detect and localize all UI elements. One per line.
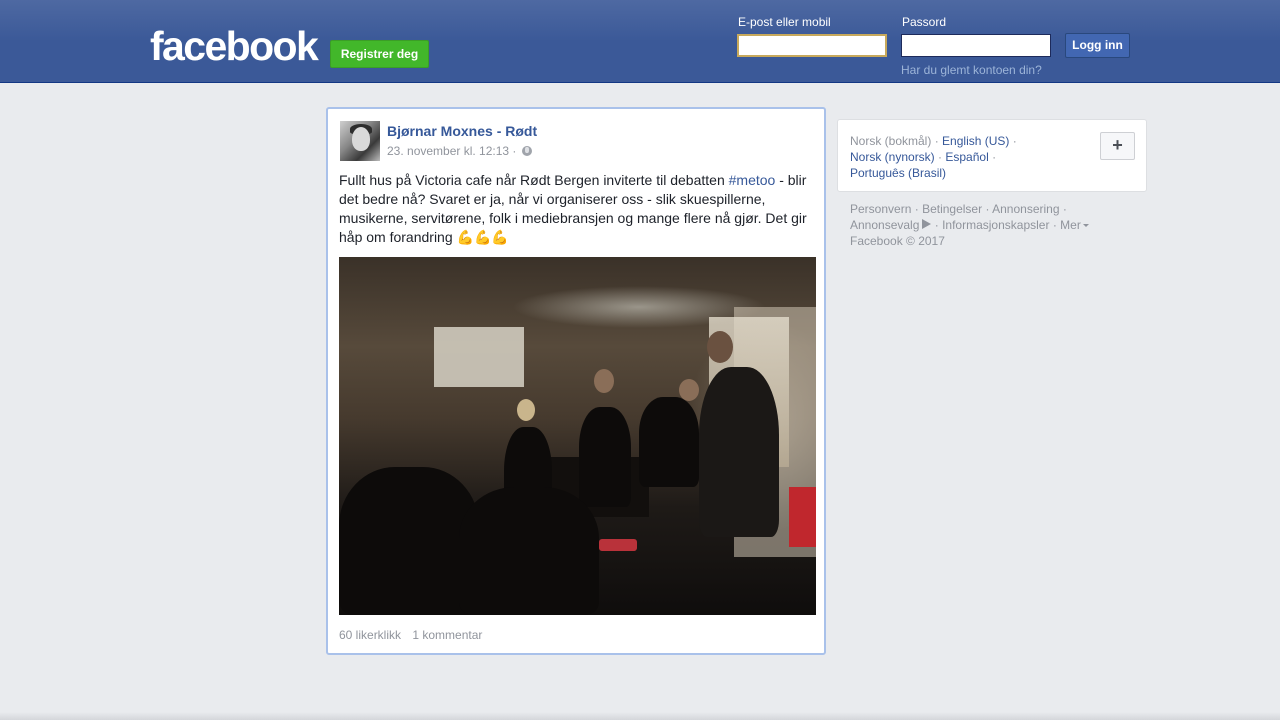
globe-icon[interactable] — [521, 146, 532, 156]
footer-more-link[interactable]: Mer — [1060, 218, 1081, 232]
password-field[interactable] — [901, 34, 1051, 57]
post-stats: 60 likerklikk 1 kommentar — [339, 628, 490, 642]
separator: · — [934, 218, 939, 232]
photo-person-head — [707, 331, 733, 363]
post-author-name[interactable]: Bjørnar Moxnes - Rødt — [387, 123, 537, 139]
separator: · — [914, 202, 919, 216]
photo-person-head — [679, 379, 699, 401]
language-current: Norsk (bokmål) — [850, 134, 932, 148]
footer-advertising-link[interactable]: Annonsering — [992, 202, 1059, 216]
facebook-logo[interactable]: facebook — [150, 24, 319, 68]
separator: · — [1062, 202, 1067, 216]
login-button[interactable]: Logg inn — [1065, 33, 1130, 58]
photo-person — [699, 367, 779, 537]
footer-privacy-link[interactable]: Personvern — [850, 202, 911, 216]
top-bar: facebook Registrer deg E-post eller mobi… — [0, 0, 1280, 83]
post-text-start: Fullt hus på Victoria cafe når Rødt Berg… — [339, 172, 729, 188]
add-language-button[interactable]: + — [1100, 132, 1135, 160]
photo-banner — [789, 487, 816, 547]
photo-person — [639, 397, 699, 487]
post-card: Bjørnar Moxnes - Rødt 23. november kl. 1… — [326, 107, 826, 655]
adchoices-icon[interactable] — [922, 219, 932, 229]
photo-audience — [339, 467, 479, 615]
password-label: Passord — [902, 15, 947, 29]
email-label: E-post eller mobil — [738, 15, 831, 29]
post-photo[interactable] — [339, 257, 816, 615]
separator: · — [938, 150, 943, 164]
language-link-nynorsk[interactable]: Norsk (nynorsk) — [850, 150, 935, 164]
comment-count[interactable]: 1 kommentar — [412, 628, 482, 642]
author-avatar[interactable] — [340, 121, 380, 161]
footer-copyright: Facebook © 2017 — [850, 234, 945, 248]
separator: · — [1012, 134, 1017, 148]
separator: · — [985, 202, 990, 216]
post-text: Fullt hus på Victoria cafe når Rødt Berg… — [339, 171, 815, 247]
post-meta: 23. november kl. 12:13 · — [387, 144, 532, 158]
avatar-face — [352, 127, 370, 151]
photo-person-head — [517, 399, 535, 421]
footer-terms-link[interactable]: Betingelser — [922, 202, 982, 216]
email-field[interactable] — [737, 34, 887, 57]
photo-audience — [459, 487, 599, 615]
forgot-account-link[interactable]: Har du glemt kontoen din? — [901, 63, 1042, 77]
language-link-portugues[interactable]: Português (Brasil) — [850, 166, 946, 180]
footer-adchoices-link[interactable]: Annonsevalg — [850, 218, 919, 232]
register-button[interactable]: Registrer deg — [330, 40, 429, 68]
separator: · — [1052, 218, 1057, 232]
language-link-espanol[interactable]: Español — [945, 150, 988, 164]
like-count[interactable]: 60 likerklikk — [339, 628, 401, 642]
meta-separator: · — [512, 144, 517, 158]
photo-person — [579, 407, 631, 507]
photo-red-shoe — [599, 539, 637, 551]
footer-links: Personvern · Betingelser · Annonsering ·… — [850, 201, 1140, 249]
hashtag-link[interactable]: #metoo — [729, 172, 776, 188]
language-link-english[interactable]: English (US) — [942, 134, 1009, 148]
photo-person-head — [594, 369, 614, 393]
footer-cookies-link[interactable]: Informasjonskapsler — [942, 218, 1049, 232]
photo-projector-screen — [434, 327, 524, 387]
language-list: Norsk (bokmål) · English (US) · Norsk (n… — [850, 133, 1080, 181]
post-timestamp[interactable]: 23. november kl. 12:13 — [387, 144, 509, 158]
language-selector-box: Norsk (bokmål) · English (US) · Norsk (n… — [837, 119, 1147, 192]
separator: · — [992, 150, 997, 164]
separator: · — [934, 134, 939, 148]
page-bottom-edge — [0, 712, 1280, 720]
caret-down-icon[interactable] — [1082, 224, 1089, 227]
